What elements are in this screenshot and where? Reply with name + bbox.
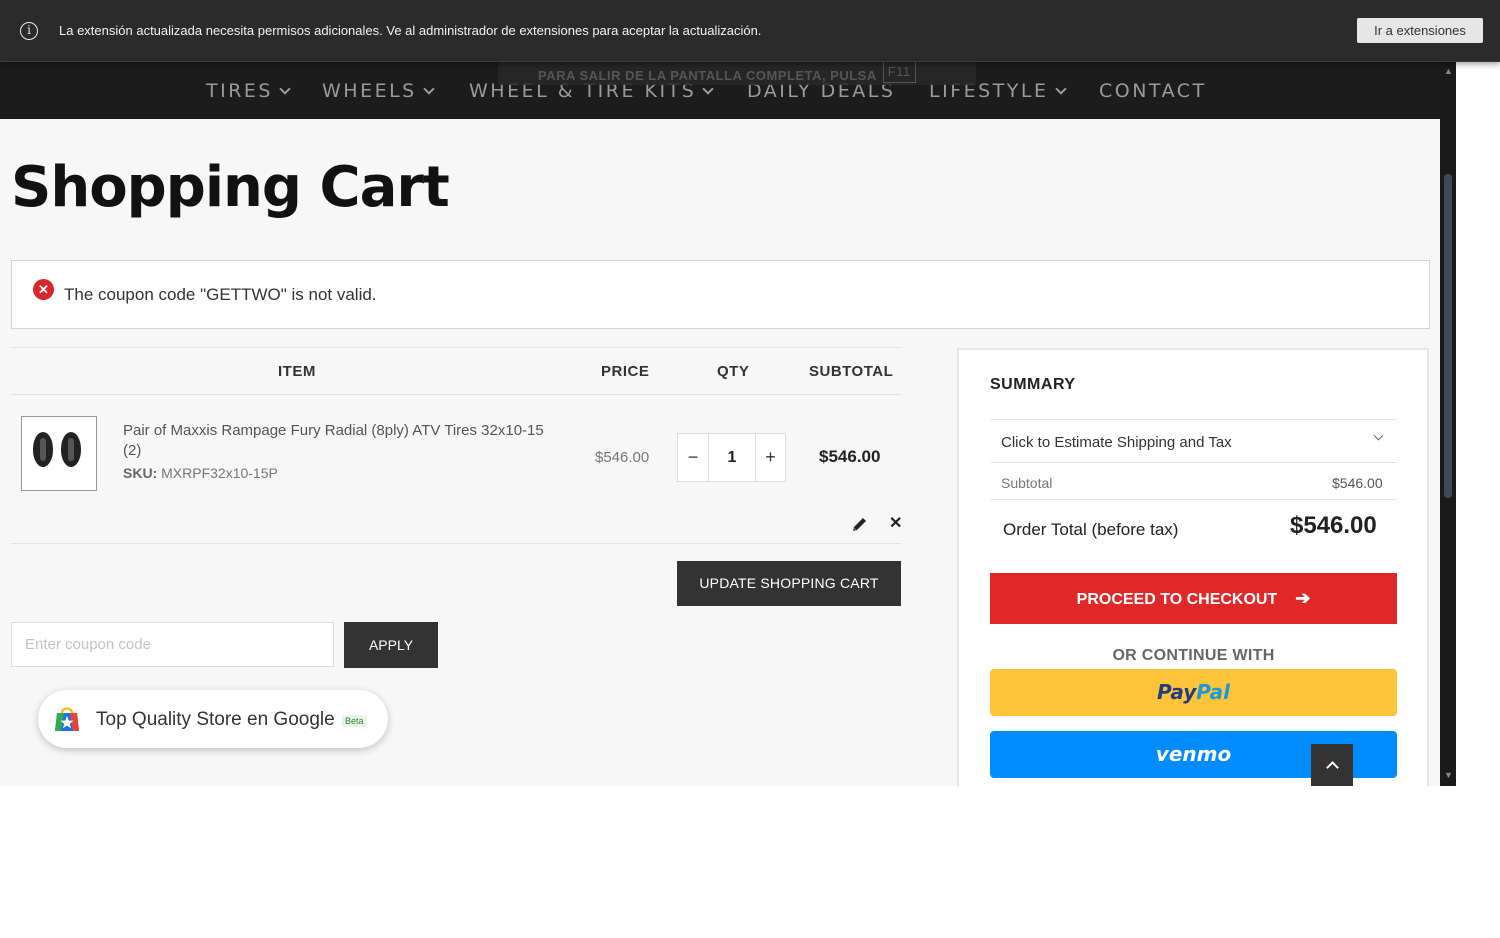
qty-decrease-button[interactable]: −: [678, 434, 709, 481]
chevron-down-icon: [423, 83, 435, 95]
scroll-up-arrow-icon[interactable]: ▲: [1444, 67, 1453, 76]
chevron-down-icon: [1054, 83, 1067, 95]
paypal-logo-pay: Pay: [1156, 680, 1197, 704]
info-icon: i: [20, 22, 38, 40]
nav-label: CONTACT: [1099, 80, 1207, 102]
coupon-code-input[interactable]: [11, 622, 334, 667]
or-continue-label: OR CONTINUE WITH: [1112, 647, 1275, 664]
product-name-link[interactable]: Pair of Maxxis Rampage Fury Radial (8ply…: [123, 421, 563, 461]
error-message: ✕ The coupon code "GETTWO" is not valid.: [11, 260, 1430, 329]
page-viewport: TIRES WHEELS WHEEL & TIRE KITS DAILY DEA…: [0, 0, 1456, 786]
divider: [990, 462, 1397, 463]
row-subtotal: $546.00: [819, 447, 881, 466]
divider: [11, 543, 901, 544]
subtotal-value: $546.00: [1332, 475, 1383, 491]
edit-pencil-icon[interactable]: [851, 515, 869, 533]
extension-notification-bar: i La extensión actualizada necesita perm…: [0, 0, 1500, 62]
scrollbar[interactable]: ▲ ▼: [1440, 62, 1456, 786]
google-shopping-icon: [55, 707, 79, 731]
scrollbar-thumb[interactable]: [1444, 174, 1452, 498]
chevron-down-icon[interactable]: [1373, 430, 1384, 441]
divider: [11, 347, 901, 348]
go-to-extensions-button[interactable]: Ir a extensiones: [1357, 18, 1483, 43]
quantity-stepper: − 1 +: [677, 433, 786, 482]
paypal-logo-pal: Pal: [1196, 680, 1231, 704]
order-total-value: $546.00: [1290, 512, 1377, 539]
scroll-down-arrow-icon[interactable]: ▼: [1444, 771, 1453, 780]
tire-image: [61, 432, 81, 467]
proceed-to-checkout-button[interactable]: PROCEED TO CHECKOUT ➔: [990, 573, 1397, 624]
google-quality-badge[interactable]: Top Quality Store en Google Beta: [38, 690, 388, 748]
fullscreen-hint-text: PARA SALIR DE LA PANTALLA COMPLETA, PULS…: [538, 68, 877, 83]
beta-tag: Beta: [342, 715, 367, 727]
order-summary: SUMMARY Click to Estimate Shipping and T…: [957, 348, 1429, 786]
nav-label: WHEELS: [322, 80, 417, 102]
column-header-item: ITEM: [278, 363, 316, 380]
google-badge-text: Top Quality Store en Google: [96, 709, 335, 730]
column-header-subtotal: SUBTOTAL: [809, 363, 894, 380]
checkout-label: PROCEED TO CHECKOUT: [1076, 591, 1278, 608]
error-icon: ✕: [33, 279, 54, 300]
error-text: The coupon code "GETTWO" is not valid.: [64, 285, 377, 304]
nav-item-wheels[interactable]: WHEELS: [322, 80, 435, 102]
sku-label: SKU:: [123, 465, 158, 481]
subtotal-label: Subtotal: [1001, 475, 1053, 491]
order-total-label: Order Total (before tax): [1003, 520, 1179, 539]
remove-item-icon[interactable]: ✕: [889, 513, 902, 533]
divider: [990, 499, 1397, 500]
nav-item-tires[interactable]: TIRES: [206, 80, 291, 102]
nav-item-contact[interactable]: CONTACT: [1099, 80, 1207, 102]
product-sku: SKU: MXRPF32x10-15P: [123, 465, 278, 481]
column-header-price: PRICE: [601, 363, 650, 380]
estimate-shipping-toggle[interactable]: Click to Estimate Shipping and Tax: [1001, 434, 1232, 451]
divider: [11, 394, 901, 395]
notification-text: La extensión actualizada necesita permis…: [59, 23, 762, 38]
paypal-button[interactable]: PayPal: [990, 669, 1397, 716]
summary-title: SUMMARY: [990, 376, 1076, 393]
back-to-top-button[interactable]: [1311, 744, 1353, 786]
page-title: Shopping Cart: [11, 155, 450, 220]
fullscreen-hint-key: F11: [882, 60, 916, 83]
update-cart-button[interactable]: UPDATE SHOPPING CART: [677, 561, 901, 606]
qty-increase-button[interactable]: +: [755, 434, 785, 481]
product-image[interactable]: [21, 416, 97, 491]
chevron-down-icon: [279, 83, 291, 95]
arrow-right-icon: ➔: [1295, 588, 1311, 608]
sku-value: MXRPF32x10-15P: [161, 465, 278, 481]
divider: [990, 419, 1397, 420]
nav-label: TIRES: [206, 80, 273, 102]
product-price: $546.00: [595, 449, 650, 466]
tire-image: [33, 432, 53, 467]
apply-coupon-button[interactable]: APPLY: [344, 622, 438, 668]
qty-input[interactable]: 1: [709, 434, 755, 481]
column-header-qty: QTY: [717, 363, 750, 380]
